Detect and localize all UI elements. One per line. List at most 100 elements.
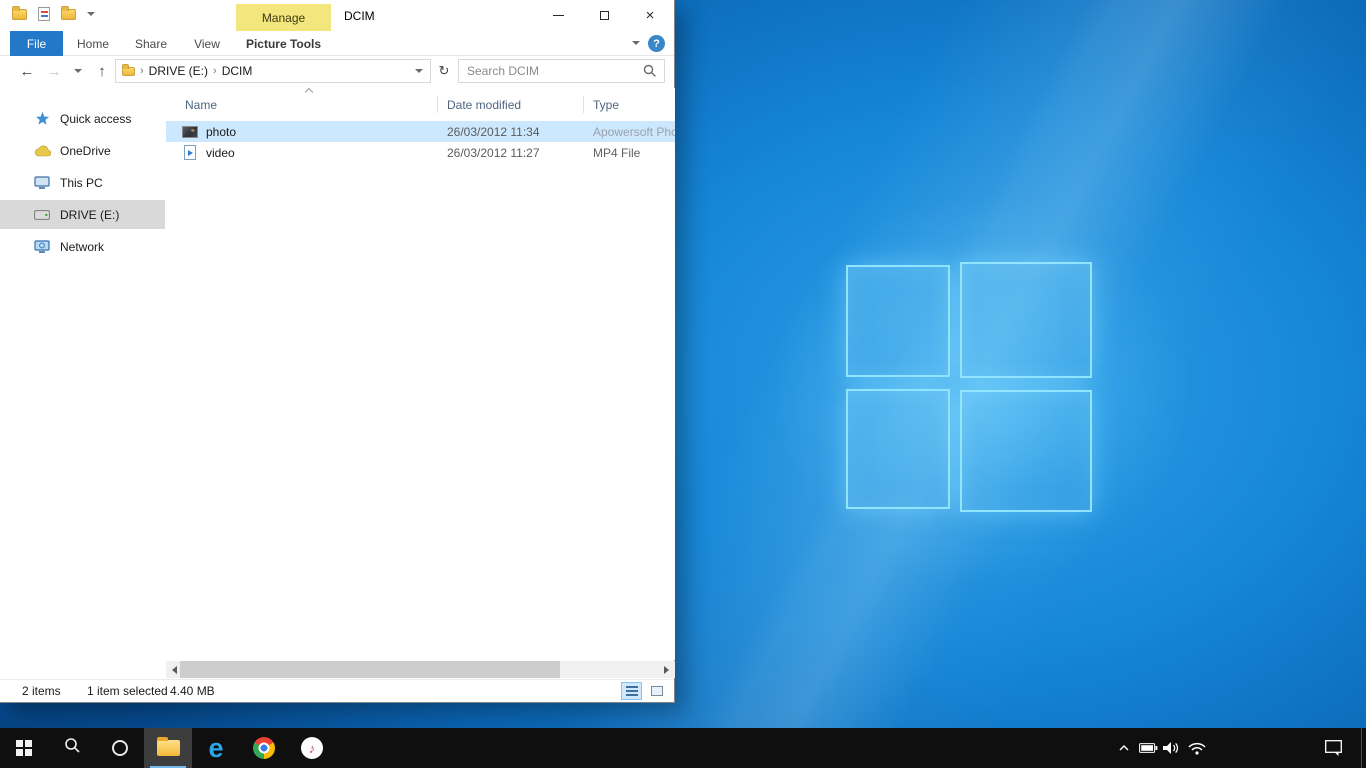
tab-picture-tools[interactable]: Picture Tools: [236, 31, 331, 56]
sidebar-item-onedrive[interactable]: OneDrive: [0, 136, 165, 165]
up-button[interactable]: ↑: [90, 56, 114, 86]
recent-locations-button[interactable]: [70, 56, 86, 86]
show-desktop-button[interactable]: [1361, 728, 1366, 768]
cortana-button[interactable]: [96, 728, 144, 768]
app-folder-icon[interactable]: [12, 9, 27, 20]
quick-access-toolbar: [12, 7, 95, 21]
chrome-taskbar-button[interactable]: [240, 728, 288, 768]
minimize-icon: [553, 15, 564, 16]
breadcrumb-separator-icon[interactable]: ›: [140, 65, 144, 77]
address-history-chevron-icon[interactable]: [415, 69, 423, 73]
taskbar-search-button[interactable]: [48, 728, 96, 768]
caption-buttons: ×: [535, 0, 673, 30]
scroll-right-button[interactable]: [658, 661, 675, 678]
forward-icon: →: [47, 63, 62, 80]
address-row: ← → ↑ › DRIVE (E:) › DCIM ↻: [0, 56, 674, 86]
column-separator[interactable]: [437, 96, 438, 113]
tray-chevron-icon: [1118, 744, 1130, 752]
scrollbar-thumb[interactable]: [180, 661, 560, 678]
search-input[interactable]: [459, 64, 643, 78]
maximize-button[interactable]: [581, 0, 627, 30]
monitor-icon: [33, 176, 51, 190]
up-icon: ↑: [98, 63, 106, 80]
sidebar-item-label: OneDrive: [60, 144, 111, 158]
action-center-icon: [1325, 740, 1342, 756]
file-date-modified: 26/03/2012 11:27: [447, 146, 593, 160]
search-icon[interactable]: [643, 64, 657, 78]
ribbon-tab-row: File Home Share View Picture Tools ?: [0, 31, 674, 56]
title-bar[interactable]: Manage DCIM ×: [0, 0, 674, 31]
column-header-name[interactable]: Name: [185, 94, 217, 116]
back-button[interactable]: ←: [14, 56, 40, 86]
action-center-button[interactable]: [1321, 728, 1345, 768]
file-type: MP4 File: [593, 146, 675, 160]
thumbnails-view-icon: [651, 686, 663, 696]
tab-view[interactable]: View: [185, 31, 229, 56]
new-folder-icon[interactable]: [61, 9, 76, 20]
battery-icon: [1139, 743, 1158, 753]
wifi-icon: [1188, 742, 1206, 755]
navigation-pane: Quick access OneDrive This PC DRIVE (E:): [0, 88, 165, 660]
view-toggle-buttons: [621, 682, 667, 700]
column-separator[interactable]: [583, 96, 584, 113]
forward-button[interactable]: →: [42, 56, 66, 86]
minimize-button[interactable]: [535, 0, 581, 30]
items-count: 2 items: [22, 684, 61, 698]
network-tray-button[interactable]: [1185, 728, 1209, 768]
file-explorer-taskbar-button[interactable]: [144, 728, 192, 768]
file-row-photo[interactable]: photo 26/03/2012 11:34 Apowersoft Pho: [166, 121, 675, 142]
thumbnails-view-button[interactable]: [646, 682, 667, 700]
manage-context-tab[interactable]: Manage: [236, 4, 331, 31]
recent-locations-chevron-icon: [74, 69, 82, 73]
column-header-date-modified[interactable]: Date modified: [447, 94, 521, 116]
tab-home[interactable]: Home: [71, 31, 115, 56]
battery-tray-button[interactable]: [1136, 728, 1160, 768]
breadcrumb-dcim[interactable]: DCIM: [222, 64, 253, 78]
scroll-left-icon: [172, 666, 177, 674]
close-icon: ×: [646, 8, 655, 23]
tray-overflow-button[interactable]: [1112, 728, 1136, 768]
edge-taskbar-button[interactable]: e: [192, 728, 240, 768]
file-explorer-window: Manage DCIM × File Home Share View Pictu…: [0, 0, 675, 703]
tab-share[interactable]: Share: [127, 31, 175, 56]
refresh-button[interactable]: ↻: [432, 59, 456, 83]
details-view-icon: [626, 686, 638, 696]
star-icon: [33, 111, 51, 126]
help-icon: ?: [653, 38, 660, 50]
help-button[interactable]: ?: [648, 35, 665, 52]
qat-customize-chevron-icon[interactable]: [87, 12, 95, 16]
sidebar-item-label: This PC: [60, 176, 103, 190]
details-view-button[interactable]: [621, 682, 642, 700]
taskbar: e ♪: [0, 728, 1366, 768]
sidebar-item-label: DRIVE (E:): [60, 208, 119, 222]
explorer-icon: [157, 740, 180, 756]
column-header-type[interactable]: Type: [593, 94, 619, 116]
breadcrumb-drive[interactable]: DRIVE (E:): [149, 64, 208, 78]
edge-icon: e: [208, 735, 223, 762]
itunes-taskbar-button[interactable]: ♪: [288, 728, 336, 768]
properties-icon[interactable]: [38, 7, 50, 21]
breadcrumb-separator-icon[interactable]: ›: [213, 65, 217, 77]
sidebar-item-label: Network: [60, 240, 104, 254]
desktop: Manage DCIM × File Home Share View Pictu…: [0, 0, 1366, 768]
file-row-video[interactable]: video 26/03/2012 11:27 MP4 File: [166, 142, 675, 163]
sidebar-item-this-pc[interactable]: This PC: [0, 168, 165, 197]
cortana-icon: [112, 740, 128, 756]
window-title: DCIM: [344, 9, 375, 23]
file-name: photo: [206, 125, 447, 139]
close-button[interactable]: ×: [627, 0, 673, 30]
address-bar[interactable]: › DRIVE (E:) › DCIM: [115, 59, 431, 83]
horizontal-scrollbar[interactable]: [166, 661, 675, 678]
sidebar-item-quick-access[interactable]: Quick access: [0, 104, 165, 133]
sidebar-item-network[interactable]: Network: [0, 232, 165, 261]
volume-icon: [1163, 741, 1179, 755]
network-icon: [33, 240, 51, 254]
sidebar-item-drive-e[interactable]: DRIVE (E:): [0, 200, 165, 229]
tab-file[interactable]: File: [10, 31, 63, 56]
drive-icon: [33, 210, 51, 220]
video-file-icon: [182, 145, 198, 160]
volume-tray-button[interactable]: [1159, 728, 1183, 768]
ribbon-expand-chevron-icon[interactable]: [632, 41, 640, 45]
start-button[interactable]: [0, 728, 48, 768]
sort-ascending-icon: [305, 88, 313, 96]
